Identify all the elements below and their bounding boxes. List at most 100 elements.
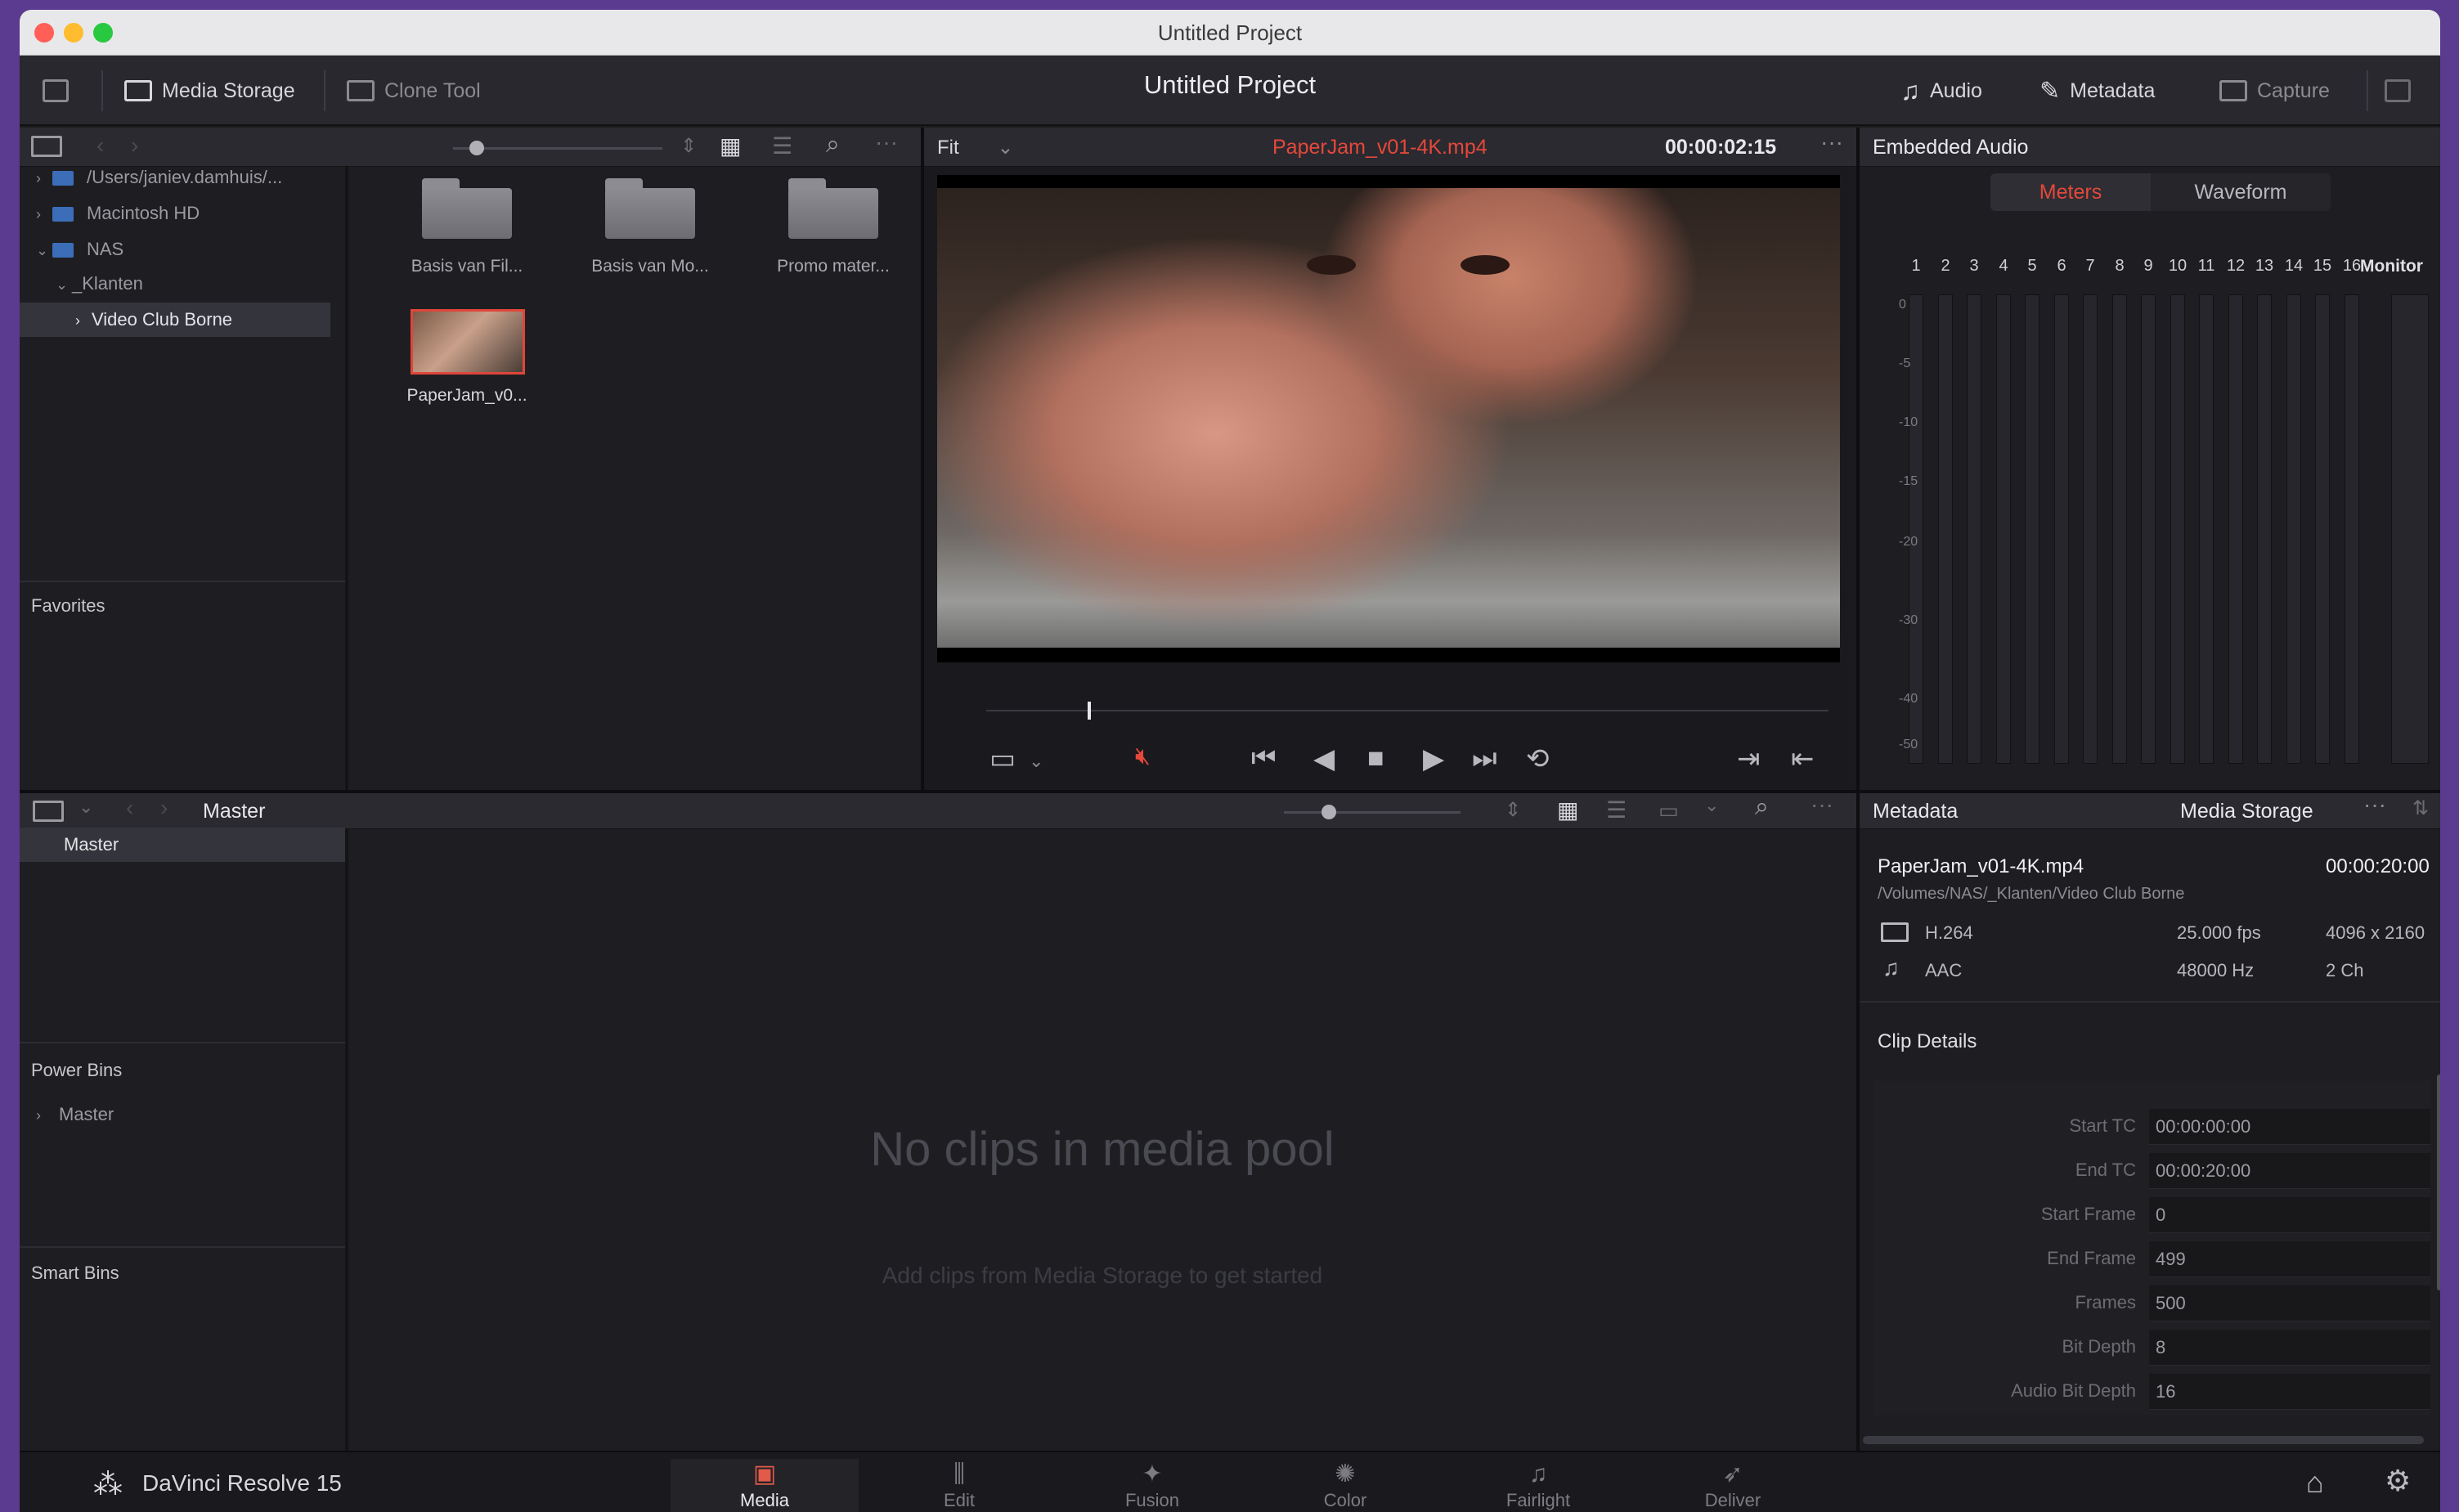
tree-item-nas[interactable]: ⌄ NAS	[20, 232, 330, 267]
playhead[interactable]	[1087, 702, 1091, 720]
back-icon[interactable]: ‹	[96, 132, 104, 159]
db-scale-label: -40	[1899, 692, 1918, 706]
chevron-down-icon[interactable]: ⌄	[79, 796, 93, 818]
close-window-button[interactable]	[34, 23, 54, 43]
mark-out-icon[interactable]: ⇤	[1791, 743, 1815, 775]
tree-item-video-club-borne[interactable]: › Video Club Borne	[20, 303, 330, 337]
page-fusion[interactable]: ✦ Fusion	[1058, 1459, 1246, 1512]
scrubber-bar[interactable]	[986, 702, 1829, 720]
clone-tool-button[interactable]: Clone Tool	[347, 70, 481, 111]
tree-item-klanten[interactable]: ⌄ _Klanten	[20, 267, 330, 301]
thumbnail-size-slider[interactable]	[453, 141, 662, 155]
detail-value-field[interactable]: 00:00:20:00	[2149, 1153, 2430, 1189]
waveform-tab-label: Waveform	[2194, 181, 2287, 204]
tree-item-user-home[interactable]: › /Users/janiev.damhuis/...	[20, 160, 330, 195]
play-icon[interactable]: ▶	[1423, 743, 1444, 775]
power-bin-master[interactable]: › Master	[20, 1097, 330, 1132]
detail-value-field[interactable]: 00:00:00:00	[2149, 1109, 2430, 1145]
folder-icon[interactable]	[788, 178, 878, 239]
more-options-icon[interactable]: ···	[2363, 792, 2386, 818]
pool-thumbnail-slider[interactable]	[1284, 805, 1461, 819]
loop-icon[interactable]: ⟲	[1526, 743, 1550, 775]
search-icon[interactable]: ⌕	[1755, 793, 1769, 821]
viewer-options-icon[interactable]: ···	[1820, 129, 1843, 155]
chevron-down-icon[interactable]: ⌄	[1704, 795, 1719, 816]
bin-master[interactable]: Master	[20, 828, 345, 862]
detail-value-field[interactable]: 499	[2149, 1241, 2430, 1277]
clip-thumbnail-label[interactable]: PaperJam_v0...	[397, 386, 536, 406]
db-scale-label: -50	[1899, 738, 1918, 752]
toolbar-expand-button[interactable]	[43, 70, 69, 111]
metadata-tab[interactable]: Metadata	[1873, 800, 1958, 823]
media-storage-toggle-button[interactable]: Media Storage	[124, 70, 295, 111]
page-deliver[interactable]: ➶ Deliver	[1639, 1459, 1827, 1512]
more-options-icon[interactable]: ···	[1811, 792, 1833, 818]
capture-toggle-button[interactable]: Capture	[2219, 70, 2330, 111]
detail-value-field[interactable]: 8	[2149, 1330, 2430, 1366]
viewer-mode-icon[interactable]: ▭	[989, 743, 1016, 775]
sync-icon[interactable]: ⇅	[2412, 796, 2429, 820]
channel-number: 1	[1911, 257, 1921, 275]
gear-icon[interactable]: ⚙	[2385, 1464, 2411, 1498]
back-icon[interactable]: ‹	[126, 795, 133, 821]
sort-icon[interactable]: ⇕	[1505, 798, 1521, 822]
slider-handle[interactable]	[469, 141, 484, 155]
grid-view-icon[interactable]: ▦	[1557, 796, 1578, 823]
sort-icon[interactable]: ⇕	[680, 134, 697, 158]
list-view-icon[interactable]: ☰	[1606, 796, 1627, 823]
more-options-icon[interactable]: ···	[875, 129, 898, 155]
maximize-window-button[interactable]	[93, 23, 113, 43]
page-fairlight[interactable]: ♫ Fairlight	[1444, 1459, 1632, 1512]
page-color[interactable]: ✺ Color	[1251, 1459, 1439, 1512]
minimize-window-button[interactable]	[64, 23, 83, 43]
folder-label[interactable]: Basis van Fil...	[397, 257, 536, 276]
jump-to-end-icon[interactable]: ⏭︎	[1472, 743, 1497, 774]
jump-to-start-icon[interactable]: ⏮︎	[1251, 743, 1277, 774]
forward-icon[interactable]: ›	[131, 132, 138, 159]
media-storage-tab[interactable]: Media Storage	[2180, 800, 2313, 823]
detail-value-field[interactable]: 0	[2149, 1197, 2430, 1233]
chevron-down-icon[interactable]: ⌄	[1029, 751, 1043, 772]
stop-icon[interactable]: ■	[1367, 743, 1384, 774]
bin-list-toggle-icon[interactable]	[33, 801, 64, 822]
waveform-tab[interactable]: Waveform	[2151, 173, 2331, 211]
meta-file-path: /Volumes/NAS/_Klanten/Video Club Borne	[1878, 885, 2185, 903]
channel-number: 2	[1941, 257, 1950, 275]
metadata-toggle-button[interactable]: ✎ Metadata	[2039, 70, 2155, 111]
folder-label[interactable]: Basis van Mo...	[581, 257, 720, 276]
mute-icon[interactable]: 🔇︎	[1135, 743, 1151, 770]
list-view-icon[interactable]: ☰	[772, 132, 792, 159]
color-page-icon: ✺	[1335, 1460, 1356, 1487]
meters-tab[interactable]: Meters	[1990, 173, 2151, 211]
search-icon[interactable]: ⌕	[826, 131, 840, 159]
fusion-page-icon: ✦	[1142, 1460, 1163, 1487]
mark-in-icon[interactable]: ⇥	[1737, 743, 1761, 775]
slider-handle[interactable]	[1321, 805, 1336, 819]
detail-value-field[interactable]: 500	[2149, 1285, 2430, 1321]
page-edit[interactable]: ⫼ Edit	[865, 1459, 1053, 1512]
db-scale-label: -20	[1899, 535, 1918, 549]
channel-number: 13	[2255, 257, 2274, 275]
folder-icon[interactable]	[422, 178, 512, 239]
media-page-icon: ▣	[752, 1460, 777, 1487]
meta-resolution: 4096 x 2160	[2326, 922, 2425, 943]
folder-label[interactable]: Promo mater...	[764, 257, 903, 276]
audio-toggle-button[interactable]: ♫ Audio	[1900, 70, 1982, 111]
page-media[interactable]: ▣ Media	[671, 1459, 859, 1512]
viewer-frame[interactable]	[937, 175, 1840, 662]
play-reverse-icon[interactable]: ◀	[1313, 743, 1335, 775]
clip-thumbnail[interactable]	[411, 309, 525, 375]
folder-icon[interactable]	[605, 178, 695, 239]
filmstrip-view-icon[interactable]: ▭	[1658, 798, 1679, 823]
home-icon[interactable]: ⌂	[2306, 1465, 2324, 1500]
tree-item-macintosh-hd[interactable]: › Macintosh HD	[20, 196, 330, 231]
zoom-dropdown[interactable]: Fit ⌄	[937, 136, 1013, 159]
toolbar-collapse-button[interactable]	[2385, 70, 2411, 111]
detail-value-field[interactable]: 16	[2149, 1374, 2430, 1410]
grid-view-icon[interactable]: ▦	[720, 132, 741, 159]
metadata-horizontal-scrollbar[interactable]	[1863, 1436, 2424, 1444]
sidebar-toggle-icon[interactable]	[31, 136, 62, 157]
forward-icon[interactable]: ›	[160, 795, 168, 821]
details-scrollbar[interactable]	[2437, 1075, 2440, 1290]
panel-toggle-right-icon	[2385, 79, 2411, 102]
